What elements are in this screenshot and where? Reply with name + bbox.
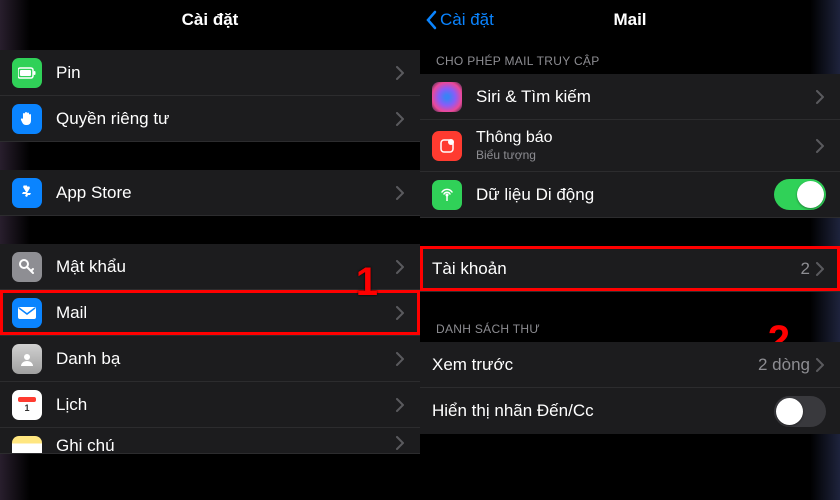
chevron-right-icon	[396, 260, 406, 274]
settings-header: Cài đặt	[0, 0, 420, 40]
section-header-access: CHO PHÉP MAIL TRUY CẬP	[420, 40, 840, 74]
row-battery[interactable]: Pin	[0, 50, 420, 96]
row-label: Lịch	[56, 395, 396, 415]
row-privacy[interactable]: Quyền riêng tư	[0, 96, 420, 142]
mail-title: Mail	[613, 10, 646, 30]
chevron-right-icon	[396, 306, 406, 320]
settings-title: Cài đặt	[182, 10, 239, 30]
row-label: Tài khoản	[432, 259, 801, 279]
row-calendar[interactable]: 1 Lịch	[0, 382, 420, 428]
row-notifications[interactable]: Thông báo Biểu tượng	[420, 120, 840, 172]
chevron-right-icon	[396, 436, 406, 450]
chevron-right-icon	[396, 112, 406, 126]
chevron-right-icon	[396, 398, 406, 412]
row-label: Mail	[56, 303, 396, 323]
svg-text:1: 1	[24, 403, 29, 413]
cellular-toggle[interactable]	[774, 179, 826, 210]
calendar-icon: 1	[12, 390, 42, 420]
row-appstore[interactable]: App Store	[0, 170, 420, 216]
row-accounts[interactable]: Tài khoản 2	[420, 246, 840, 292]
mail-header: Cài đặt Mail	[420, 0, 840, 40]
chevron-right-icon	[396, 186, 406, 200]
accounts-count: 2	[801, 259, 810, 279]
appstore-icon	[12, 178, 42, 208]
row-label: Hiển thị nhãn Đến/Cc	[432, 401, 774, 421]
chevron-right-icon	[816, 90, 826, 104]
row-label: Ghi chú	[56, 436, 396, 454]
key-icon	[12, 252, 42, 282]
contacts-icon	[12, 344, 42, 374]
chevron-left-icon	[424, 9, 438, 31]
row-label: Xem trước	[432, 355, 758, 375]
chevron-right-icon	[816, 262, 826, 276]
row-label: App Store	[56, 183, 396, 203]
back-label: Cài đặt	[440, 10, 494, 30]
mail-icon	[12, 298, 42, 328]
row-contacts[interactable]: Danh bạ	[0, 336, 420, 382]
preview-value: 2 dòng	[758, 355, 810, 375]
row-sublabel: Biểu tượng	[476, 148, 816, 162]
row-label: Thông báo	[476, 129, 816, 147]
notes-icon	[12, 436, 42, 454]
row-notes[interactable]: Ghi chú	[0, 428, 420, 454]
row-cellular[interactable]: Dữ liệu Di động	[420, 172, 840, 218]
annotation-step-1: 1	[356, 260, 378, 305]
row-siri[interactable]: Siri & Tìm kiếm	[420, 74, 840, 120]
right-screen: Cài đặt Mail CHO PHÉP MAIL TRUY CẬP Siri…	[420, 0, 840, 500]
back-button[interactable]: Cài đặt	[424, 0, 494, 40]
row-label: Quyền riêng tư	[56, 109, 396, 129]
hand-icon	[12, 104, 42, 134]
antenna-icon	[432, 180, 462, 210]
row-label: Danh bạ	[56, 349, 396, 369]
row-label: Dữ liệu Di động	[476, 185, 774, 205]
row-tocc[interactable]: Hiển thị nhãn Đến/Cc	[420, 388, 840, 434]
row-preview[interactable]: Xem trước 2 dòng	[420, 342, 840, 388]
chevron-right-icon	[396, 352, 406, 366]
chevron-right-icon	[816, 139, 826, 153]
row-label: Mật khẩu	[56, 257, 396, 277]
left-screen: Cài đặt Pin Quyền riêng tư App Store Mật…	[0, 0, 420, 500]
battery-icon	[12, 58, 42, 88]
tocc-toggle[interactable]	[774, 396, 826, 427]
chevron-right-icon	[396, 66, 406, 80]
notif-icon	[432, 131, 462, 161]
chevron-right-icon	[816, 358, 826, 372]
row-label: Pin	[56, 63, 396, 83]
siri-icon	[432, 82, 462, 112]
row-label: Siri & Tìm kiếm	[476, 87, 816, 107]
